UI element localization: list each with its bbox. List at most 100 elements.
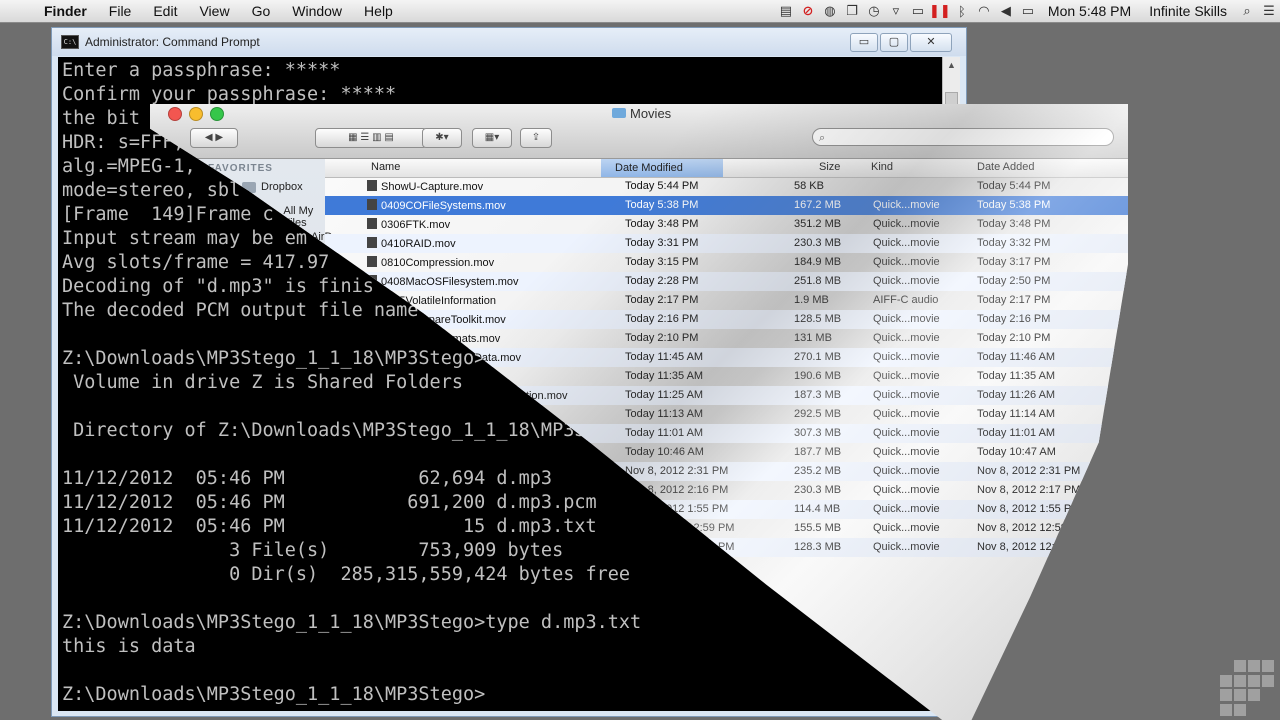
timemachine-icon[interactable]: ◷ (863, 3, 885, 19)
cmd-window-title: Administrator: Command Prompt (85, 35, 260, 49)
file-date-added: Today 11:14 AM (977, 408, 1056, 420)
file-date-added: Nov 8, 2012 12:39 PM (977, 541, 1087, 553)
menu-clock[interactable]: Mon 5:48 PM (1039, 3, 1140, 19)
column-kind[interactable]: Kind (871, 161, 893, 173)
clipboard-icon[interactable]: ❐ (841, 3, 863, 19)
file-size: 1.9 MB (794, 294, 829, 306)
file-row[interactable]: 0408MacOSFilesystem.mov Today 2:28 PM 251.… (325, 272, 1128, 291)
file-date-added: Today 5:44 PM (977, 180, 1051, 192)
wifi-icon[interactable]: ◠ (973, 3, 995, 19)
file-date-modified: Today 3:48 PM (625, 218, 699, 230)
cmd-app-icon: C:\ (61, 35, 79, 49)
file-size: 351.2 MB (794, 218, 842, 230)
minimize-window-button[interactable] (189, 107, 203, 121)
file-date-added: Nov 8, 2012 2:31 PM (977, 465, 1081, 477)
file-date-added: Today 3:17 PM (977, 256, 1051, 268)
file-size: 187.7 MB (794, 446, 842, 458)
column-date-added[interactable]: Date Added (977, 161, 1035, 173)
file-kind: Quick...movie (873, 484, 940, 496)
display-icon[interactable]: ▭ (907, 3, 929, 19)
pause-icon[interactable]: ❚❚ (929, 3, 951, 19)
close-button[interactable]: ✕ (910, 32, 952, 52)
bluetooth-icon[interactable]: ᛒ (951, 4, 973, 19)
file-kind: Quick...movie (873, 522, 940, 534)
file-size: 235.2 MB (794, 465, 842, 477)
screen-recorder-icon[interactable]: ▤ (775, 3, 797, 19)
sidebar-item-dropbox[interactable]: Dropbox (242, 181, 303, 193)
file-name: 0810Compression.mov (367, 256, 494, 269)
view-mode-buttons[interactable]: ▦ ☰ ▥ ▤ (315, 128, 427, 148)
file-kind: Quick...movie (873, 370, 940, 382)
file-row[interactable]: 0409COFileSystems.mov Today 5:38 PM 167.2 … (325, 196, 1128, 215)
menu-edit[interactable]: Edit (142, 0, 188, 22)
action-gear-icon[interactable]: ✱▾ (422, 128, 462, 148)
column-name[interactable]: Name (371, 161, 400, 173)
menu-window[interactable]: Window (281, 0, 353, 22)
file-date-added: Today 10:47 AM (977, 446, 1056, 458)
close-window-button[interactable] (168, 107, 182, 121)
file-size: 58 KB (794, 180, 824, 192)
minimize-button[interactable]: ▭ (850, 32, 878, 52)
search-input[interactable]: ⌕ (812, 128, 1114, 146)
menu-user[interactable]: Infinite Skills (1140, 3, 1236, 19)
column-date-modified[interactable]: Date Modified (601, 159, 723, 177)
file-size: 292.5 MB (794, 408, 842, 420)
file-kind: Quick...movie (873, 408, 940, 420)
notification-center-icon[interactable]: ☰ (1258, 3, 1280, 19)
file-row[interactable]: 1005VolatileInformation Today 2:17 PM 1.9 … (325, 291, 1128, 310)
menu-help[interactable]: Help (353, 0, 404, 22)
file-date-modified: Today 2:17 PM (625, 294, 699, 306)
share-icon[interactable]: ⇪ (520, 128, 552, 148)
no-entry-icon[interactable]: ⊘ (797, 3, 819, 19)
column-size[interactable]: Size (819, 161, 840, 173)
battery-icon[interactable]: ▭ (1017, 3, 1039, 19)
file-kind: Quick...movie (873, 351, 940, 363)
finder-title-text: Movies (630, 106, 672, 121)
file-kind: Quick...movie (873, 503, 940, 515)
file-kind: Quick...movie (873, 332, 940, 344)
file-name: 0408MacOSFilesystem.mov (367, 275, 519, 288)
arrow-icon[interactable]: ▿ (885, 3, 907, 19)
file-kind: Quick...movie (873, 427, 940, 439)
menu-go[interactable]: Go (241, 0, 282, 22)
file-date-added: Today 11:46 AM (977, 351, 1056, 363)
file-date-modified: Today 3:31 PM (625, 237, 699, 249)
file-name: ShowU-Capture.mov (367, 180, 483, 193)
file-kind: AIFF-C audio (873, 294, 939, 306)
infinite-skills-logo (1220, 660, 1276, 716)
console-line: Z:\Downloads\MP3Stego_1_1_18\MP3Stego> (62, 684, 486, 705)
scroll-up-arrow-icon[interactable]: ▲ (943, 57, 960, 74)
file-date-modified: Today 2:28 PM (625, 275, 699, 287)
file-kind: Quick...movie (873, 446, 940, 458)
volume-sync-icon[interactable]: ◍ (819, 3, 841, 19)
column-header: Name Date Modified Size Kind Date Added (325, 159, 1128, 178)
file-row[interactable]: 0410RAID.mov Today 3:31 PM 230.3 MB Quick..… (325, 234, 1128, 253)
file-date-added: Today 11:26 AM (977, 389, 1056, 401)
file-size: 155.5 MB (794, 522, 842, 534)
file-date-added: Today 2:17 PM (977, 294, 1051, 306)
file-size: 114.4 MB (794, 503, 841, 515)
maximize-button[interactable]: ▢ (880, 32, 908, 52)
file-size: 270.1 MB (794, 351, 842, 363)
file-row[interactable]: 0810Compression.mov Today 3:15 PM 184.9 MB… (325, 253, 1128, 272)
menu-file[interactable]: File (98, 0, 143, 22)
file-row[interactable]: ShowU-Capture.mov Today 5:44 PM 58 KB Today… (325, 177, 1128, 196)
file-date-modified: Today 5:38 PM (625, 199, 699, 211)
file-row[interactable]: 0306FTK.mov Today 3:48 PM 351.2 MB Quick...… (325, 215, 1128, 234)
file-date-modified: Today 10:46 AM (625, 446, 704, 458)
menu-view[interactable]: View (188, 0, 240, 22)
file-row[interactable]: 0310CompareToolkit.mov Today 2:16 PM 128.5… (325, 310, 1128, 329)
spotlight-search-icon[interactable]: ⌕ (1236, 3, 1258, 19)
file-kind: Quick...movie (873, 218, 940, 230)
file-date-added: Today 2:10 PM (977, 332, 1051, 344)
back-forward-buttons[interactable]: ◀ ▶ (190, 128, 238, 148)
speaker-icon[interactable]: ◀ (995, 3, 1017, 19)
arrange-menu-icon[interactable]: ▦▾ (472, 128, 512, 148)
zoom-window-button[interactable] (210, 107, 224, 121)
file-name: 0410RAID.mov (367, 237, 456, 250)
finder-title: Movies (612, 106, 671, 121)
cmd-titlebar[interactable]: C:\ Administrator: Command Prompt ▭ ▢ ✕ (52, 28, 966, 56)
file-kind: Quick...movie (873, 256, 940, 268)
menu-app-finder[interactable]: Finder (40, 0, 98, 22)
